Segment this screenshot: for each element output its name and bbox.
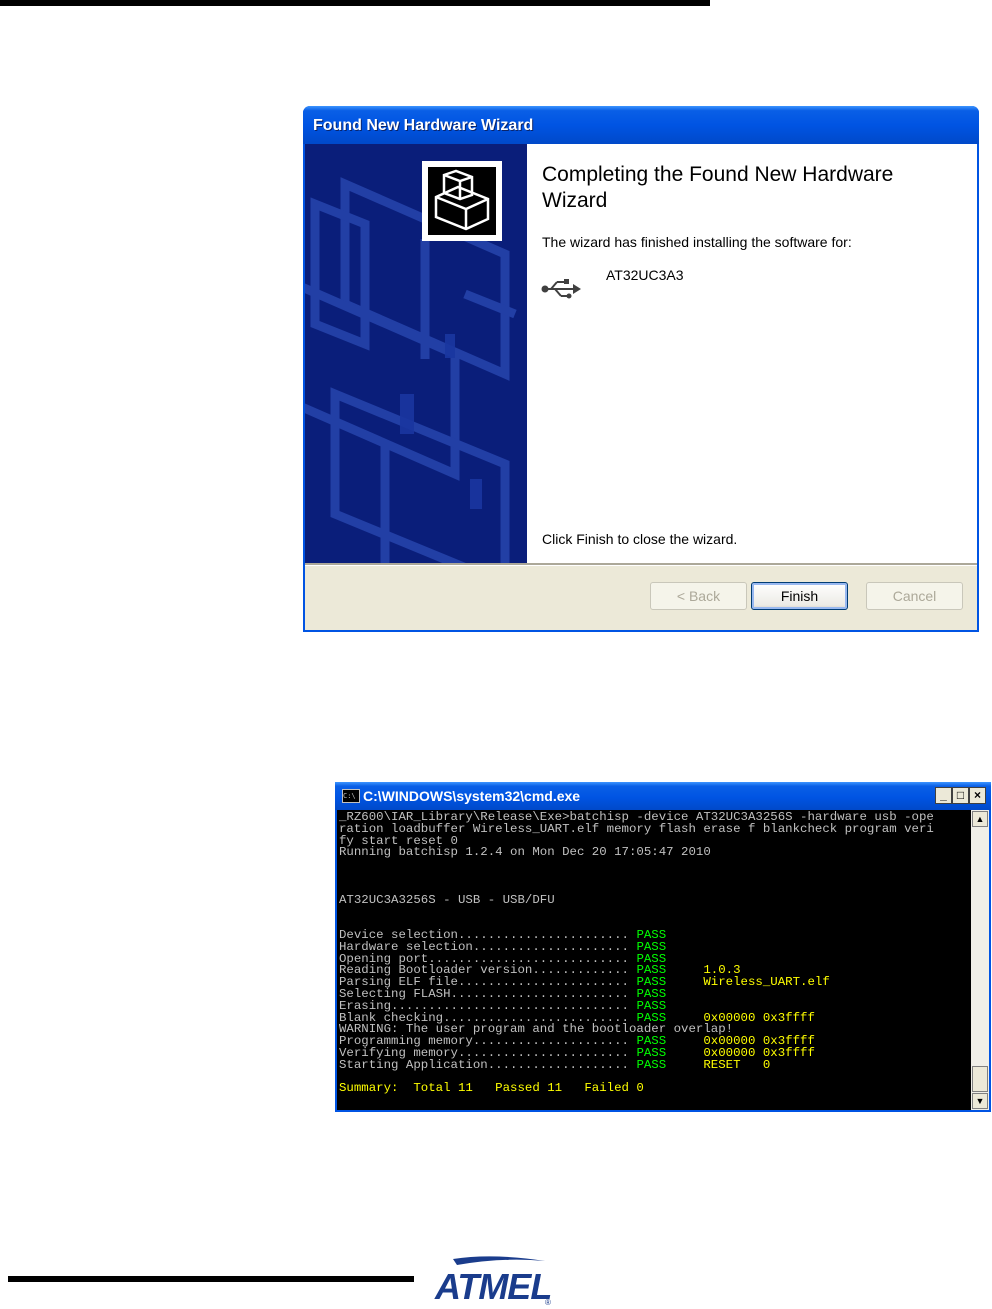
top-rule: [0, 0, 710, 6]
wizard-separator: [305, 563, 977, 566]
wizard-title: Found New Hardware Wizard: [313, 117, 534, 134]
wizard-content: Completing the Found New Hardware Wizard…: [527, 144, 977, 563]
atmel-logo: ATMEL ®: [434, 1256, 552, 1307]
summary-text: Summary: Total 11 Passed 11 Failed 0: [339, 1081, 644, 1096]
console-line: Summary: Total 11 Passed 11 Failed 0: [339, 1081, 934, 1096]
hardware-icon: [422, 161, 502, 241]
console-line: Running batchisp 1.2.4 on Mon Dec 20 17:…: [339, 845, 934, 860]
cancel-button[interactable]: Cancel: [866, 582, 963, 610]
console-window: C:\ C:\WINDOWS\system32\cmd.exe _ □ × _R…: [335, 782, 991, 1112]
logo-text: ATMEL: [434, 1266, 551, 1307]
console-app-icon: C:\: [342, 789, 360, 803]
console-titlebar[interactable]: C:\ C:\WINDOWS\system32\cmd.exe _ □ ×: [335, 782, 991, 810]
registered-mark: ®: [545, 1298, 551, 1307]
console-scrollbar[interactable]: ▲ ▼: [971, 810, 989, 1110]
status-detail: Wireless_UART.elf: [703, 975, 830, 990]
wizard-titlebar[interactable]: Found New Hardware Wizard: [303, 106, 979, 144]
minimize-button[interactable]: _: [935, 787, 952, 804]
wizard-body: Completing the Found New Hardware Wizard…: [305, 144, 977, 630]
finish-button[interactable]: Finish: [751, 582, 848, 610]
close-button[interactable]: ×: [969, 787, 986, 804]
wizard-side-banner: [305, 144, 527, 563]
console-text: _RZ600\IAR_Library\Release\Exe>batchisp …: [339, 811, 934, 1096]
pass-status: PASS: [636, 1057, 667, 1072]
console-line-text: Running batchisp 1.2.4 on Mon Dec 20 17:…: [339, 845, 711, 860]
maximize-button[interactable]: □: [952, 787, 969, 804]
status-detail: RESET 0: [703, 1057, 771, 1072]
back-button[interactable]: < Back: [650, 582, 747, 610]
console-line: Starting Application................... …: [339, 1057, 934, 1072]
console-line: AT32UC3A3256S - USB - USB/DFU: [339, 892, 934, 907]
wizard-subtext: The wizard has finished installing the s…: [542, 234, 852, 250]
wizard-window: Found New Hardware Wizard Completing the…: [303, 106, 979, 632]
device-name: AT32UC3A3: [606, 267, 684, 283]
wizard-heading: Completing the Found New Hardware Wizard: [542, 163, 894, 212]
scroll-up-icon[interactable]: ▲: [972, 811, 988, 827]
scroll-thumb[interactable]: [972, 1066, 988, 1092]
finish-hint: Click Finish to close the wizard.: [542, 531, 738, 547]
console-title: C:\WINDOWS\system32\cmd.exe: [363, 788, 581, 804]
console-line-text: Starting Application...................: [339, 1057, 637, 1072]
scroll-down-icon[interactable]: ▼: [972, 1093, 988, 1109]
console-line-text: AT32UC3A3256S - USB - USB/DFU: [339, 892, 555, 907]
bottom-rule: [8, 1276, 414, 1282]
console-output[interactable]: _RZ600\IAR_Library\Release\Exe>batchisp …: [337, 810, 971, 1110]
usb-icon: [541, 279, 581, 299]
